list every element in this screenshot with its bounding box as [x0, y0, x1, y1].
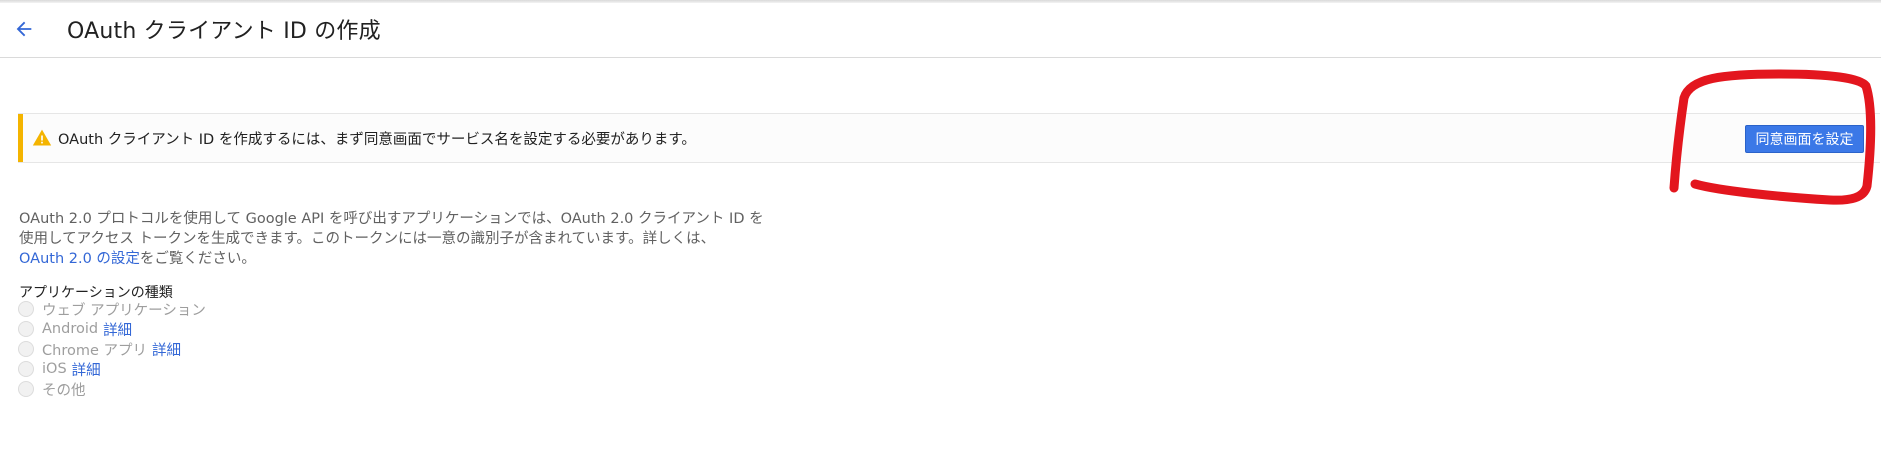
radio-button[interactable] — [18, 361, 34, 377]
description-text: OAuth 2.0 プロトコルを使用して Google API を呼び出すアプリ… — [19, 209, 779, 269]
radio-option-other[interactable]: その他 — [18, 379, 206, 399]
warning-message: OAuth クライアント ID を作成するには、まず同意画面でサービス名を設定す… — [58, 132, 696, 148]
radio-label: その他 — [42, 382, 86, 399]
oauth-settings-link[interactable]: OAuth 2.0 の設定 — [19, 251, 140, 267]
warning-icon — [32, 129, 52, 146]
page-title: OAuth クライアント ID の作成 — [67, 19, 381, 44]
radio-option-android[interactable]: Android 詳細 — [18, 319, 206, 339]
android-details-link[interactable]: 詳細 — [103, 319, 132, 340]
radio-button[interactable] — [18, 381, 34, 397]
description-line-3-suffix: をご覧ください。 — [139, 251, 256, 267]
page-header: OAuth クライアント ID の作成 — [0, 3, 1881, 58]
radio-option-web-application[interactable]: ウェブ アプリケーション — [18, 299, 206, 319]
oauth-client-create-page: OAuth クライアント ID の作成 OAuth クライアント ID を作成す… — [0, 0, 1881, 466]
radio-button[interactable] — [18, 341, 34, 357]
radio-button[interactable] — [18, 321, 34, 337]
warning-accent-bar — [18, 114, 23, 162]
arrow-back-icon — [16, 21, 32, 37]
radio-option-chrome-app[interactable]: Chrome アプリ 詳細 — [18, 339, 206, 359]
radio-option-ios[interactable]: iOS 詳細 — [18, 359, 206, 379]
description-line-2: 使用してアクセス トークンを生成できます。このトークンには一意の識別子が含まれて… — [19, 231, 716, 247]
radio-label: Android — [42, 321, 99, 337]
description-line-1: OAuth 2.0 プロトコルを使用して Google API を呼び出すアプリ… — [19, 211, 764, 227]
radio-button[interactable] — [18, 301, 34, 317]
chrome-app-details-link[interactable]: 詳細 — [152, 339, 181, 360]
radio-label: Chrome アプリ — [42, 342, 147, 359]
back-button[interactable] — [10, 15, 38, 43]
ios-details-link[interactable]: 詳細 — [72, 359, 101, 380]
radio-label: ウェブ アプリケーション — [42, 302, 206, 319]
warning-banner: OAuth クライアント ID を作成するには、まず同意画面でサービス名を設定す… — [18, 113, 1880, 163]
configure-consent-screen-button[interactable]: 同意画面を設定 — [1745, 125, 1864, 153]
description-line-3: OAuth 2.0 の設定をご覧ください。 — [19, 249, 779, 269]
radio-label: iOS — [42, 361, 67, 377]
application-type-radio-group: ウェブ アプリケーション Android 詳細 Chrome アプリ 詳細 iO… — [18, 299, 206, 399]
